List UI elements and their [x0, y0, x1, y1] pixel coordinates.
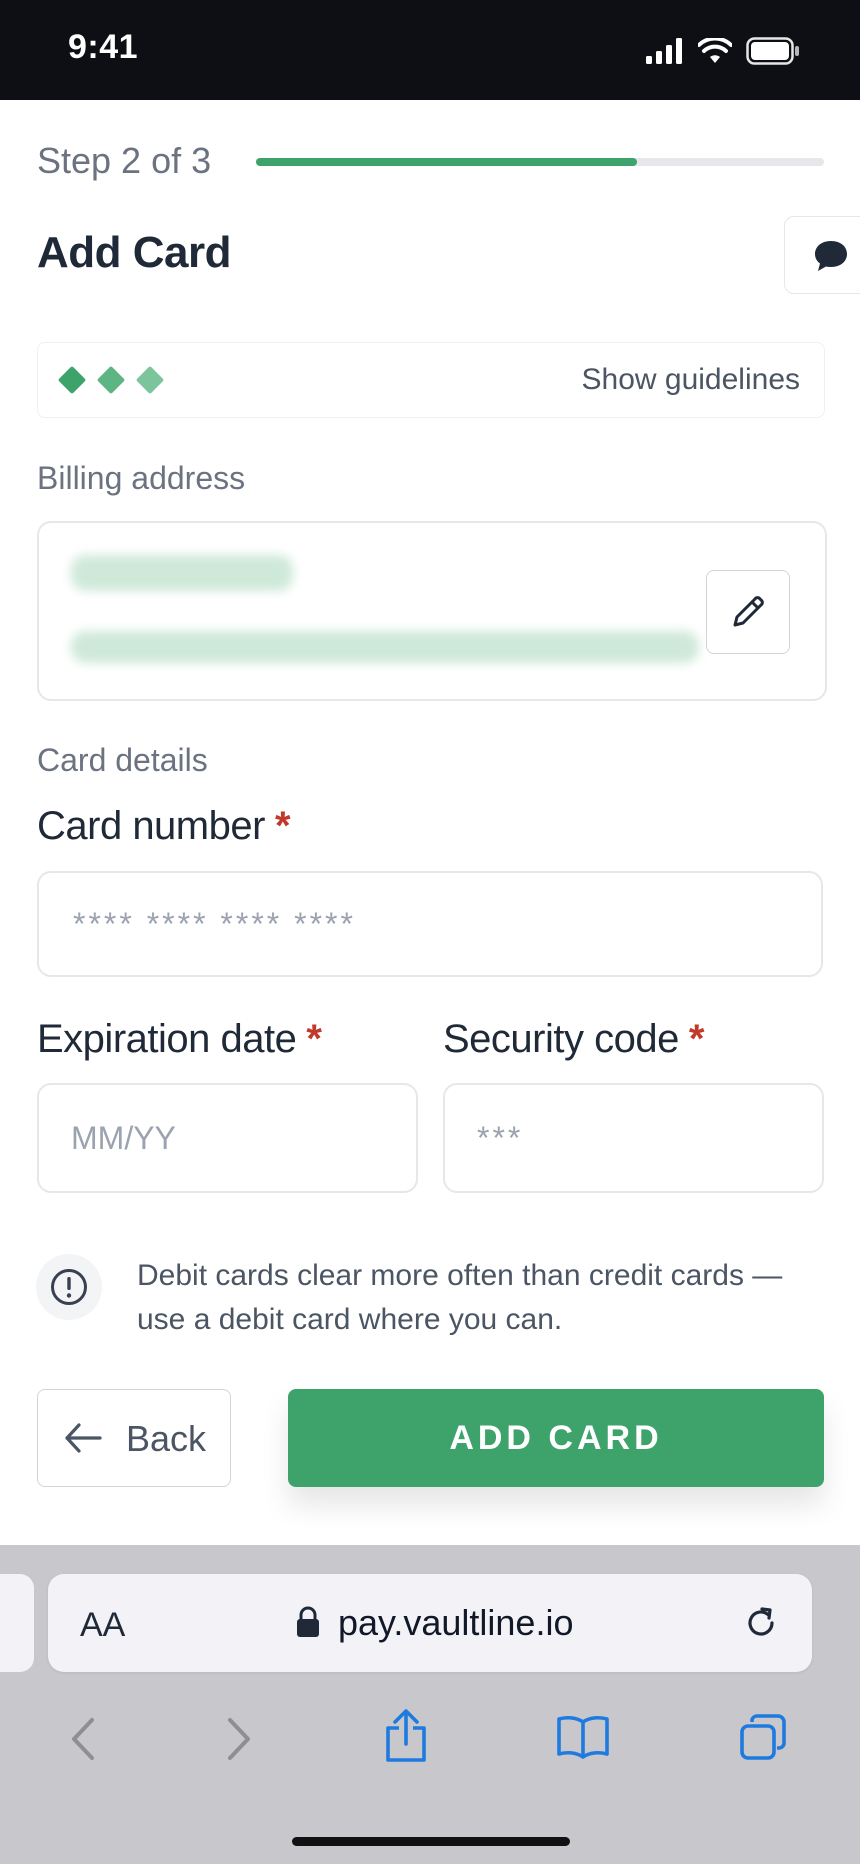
progress-bar: [256, 158, 824, 166]
arrow-left-icon: [65, 1423, 102, 1453]
security-code-label: Security code *: [443, 1017, 704, 1062]
lock-icon: [297, 1606, 319, 1637]
back-button-label: Back: [126, 1418, 207, 1459]
address-line-redacted-2: [71, 631, 699, 663]
edit-address-button[interactable]: [706, 570, 790, 654]
expiration-date-label: Expiration date *: [37, 1017, 322, 1062]
debit-card-notice: Debit cards clear more often than credit…: [137, 1259, 783, 1336]
card-number-label: Card number *: [37, 804, 291, 849]
progress-bar-fill: [256, 158, 637, 166]
billing-address-label: Billing address: [37, 460, 246, 496]
info-icon: [51, 1269, 87, 1305]
forward-chevron-icon[interactable]: [224, 1716, 254, 1762]
step-diamond-3: [135, 365, 165, 395]
address-line-redacted-1: [71, 555, 293, 591]
expiration-date-label-text: Expiration date: [37, 1017, 297, 1061]
required-asterisk: *: [274, 804, 291, 848]
security-code-label-text: Security code: [443, 1017, 679, 1061]
home-indicator: [292, 1837, 570, 1846]
card-number-label-text: Card number: [37, 804, 265, 848]
security-code-input[interactable]: [443, 1083, 824, 1193]
pencil-icon: [733, 596, 764, 627]
step-diamond-2: [96, 365, 126, 395]
step-diamond-1: [57, 365, 87, 395]
add-card-button[interactable]: ADD CARD: [288, 1389, 824, 1487]
required-asterisk: *: [306, 1017, 322, 1061]
back-chevron-icon[interactable]: [68, 1716, 98, 1762]
battery-icon: [746, 37, 799, 65]
required-asterisk: *: [688, 1017, 705, 1061]
info-icon-container: [36, 1254, 102, 1320]
guidelines-panel: Show guidelines: [37, 342, 825, 418]
card-details-label: Card details: [37, 742, 208, 778]
signal-icon: [646, 38, 682, 64]
tabs-icon[interactable]: [738, 1712, 788, 1762]
show-guidelines-link[interactable]: Show guidelines: [582, 363, 800, 397]
reload-icon[interactable]: [742, 1604, 780, 1642]
back-button[interactable]: Back: [37, 1389, 231, 1487]
page-title: Add Card: [37, 228, 232, 277]
status-icons: [646, 34, 800, 68]
status-bar: 9:41: [0, 0, 860, 100]
share-icon[interactable]: [382, 1708, 430, 1764]
previous-tab-preview[interactable]: [0, 1574, 34, 1672]
chat-bubble-icon: [815, 241, 847, 271]
text-size-button[interactable]: AA: [80, 1606, 125, 1645]
step-indicator: Step 2 of 3: [37, 140, 212, 181]
add-card-button-label: ADD CARD: [449, 1419, 663, 1457]
status-time: 9:41: [68, 28, 139, 66]
expiration-date-input[interactable]: [37, 1083, 418, 1193]
card-number-input[interactable]: [37, 871, 823, 977]
wifi-icon: [698, 38, 732, 63]
address-bar[interactable]: AA pay.vaultline.io: [48, 1574, 812, 1672]
chat-button[interactable]: [784, 216, 860, 294]
bookmarks-icon[interactable]: [556, 1714, 610, 1760]
url-text: pay.vaultline.io: [338, 1602, 574, 1643]
